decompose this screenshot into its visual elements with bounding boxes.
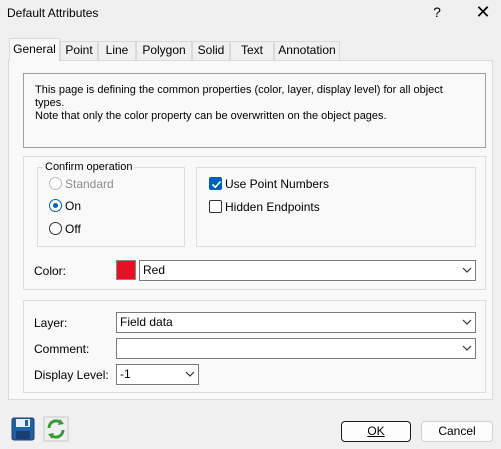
display-level-value: -1 xyxy=(120,367,131,381)
tab-line[interactable]: Line xyxy=(98,41,136,60)
hidden-endpoints-label: Hidden Endpoints xyxy=(225,200,320,214)
confirm-operation-legend: Confirm operation xyxy=(43,161,135,173)
info-text: This page is defining the common propert… xyxy=(35,84,475,123)
save-icon xyxy=(11,417,35,441)
tab-point[interactable]: Point xyxy=(60,41,98,60)
tab-text[interactable]: Text xyxy=(230,41,274,60)
color-label: Color: xyxy=(34,264,67,278)
radio-on-label: On xyxy=(65,199,82,213)
layer-label: Layer: xyxy=(34,316,68,330)
tab-general[interactable]: General xyxy=(9,38,60,61)
tab-solid[interactable]: Solid xyxy=(192,41,230,60)
comment-label: Comment: xyxy=(34,342,90,356)
color-combo[interactable]: Red xyxy=(139,260,476,281)
radio-off-label: Off xyxy=(65,222,81,236)
cancel-button[interactable]: Cancel xyxy=(421,421,493,442)
refresh-icon xyxy=(43,416,69,442)
display-level-combo[interactable]: -1 xyxy=(116,364,199,385)
radio-standard-label: Standard xyxy=(65,177,114,191)
refresh-button[interactable] xyxy=(43,416,69,442)
layer-combo[interactable]: Field data xyxy=(116,312,476,333)
help-button[interactable]: ? xyxy=(424,0,450,26)
checkmark-icon xyxy=(211,180,222,189)
color-value: Red xyxy=(143,263,166,277)
layer-value: Field data xyxy=(120,315,173,329)
hidden-endpoints-checkbox[interactable] xyxy=(209,200,222,213)
window-title: Default Attributes xyxy=(7,6,99,20)
info-line-1: This page is defining the common propert… xyxy=(35,84,443,109)
radio-on[interactable] xyxy=(49,199,62,212)
chevron-down-icon xyxy=(462,267,472,273)
ok-button-label: OK xyxy=(367,424,385,438)
tab-polygon[interactable]: Polygon xyxy=(136,41,192,60)
ok-button[interactable]: OK xyxy=(341,421,411,442)
tab-annotation[interactable]: Annotation xyxy=(274,41,340,60)
chevron-down-icon xyxy=(462,319,472,325)
save-button[interactable] xyxy=(10,416,36,442)
chevron-down-icon xyxy=(185,371,195,377)
use-point-numbers-checkbox[interactable] xyxy=(209,177,222,190)
display-level-label: Display Level: xyxy=(34,368,109,382)
use-point-numbers-label: Use Point Numbers xyxy=(225,177,330,191)
radio-standard[interactable] xyxy=(49,177,62,190)
close-button[interactable]: ✕ xyxy=(468,0,498,26)
chevron-down-icon xyxy=(462,345,472,351)
color-swatch[interactable] xyxy=(116,260,136,280)
info-line-2: Note that only the color property can be… xyxy=(35,110,387,122)
radio-off[interactable] xyxy=(49,222,62,235)
comment-combo[interactable] xyxy=(116,338,476,359)
